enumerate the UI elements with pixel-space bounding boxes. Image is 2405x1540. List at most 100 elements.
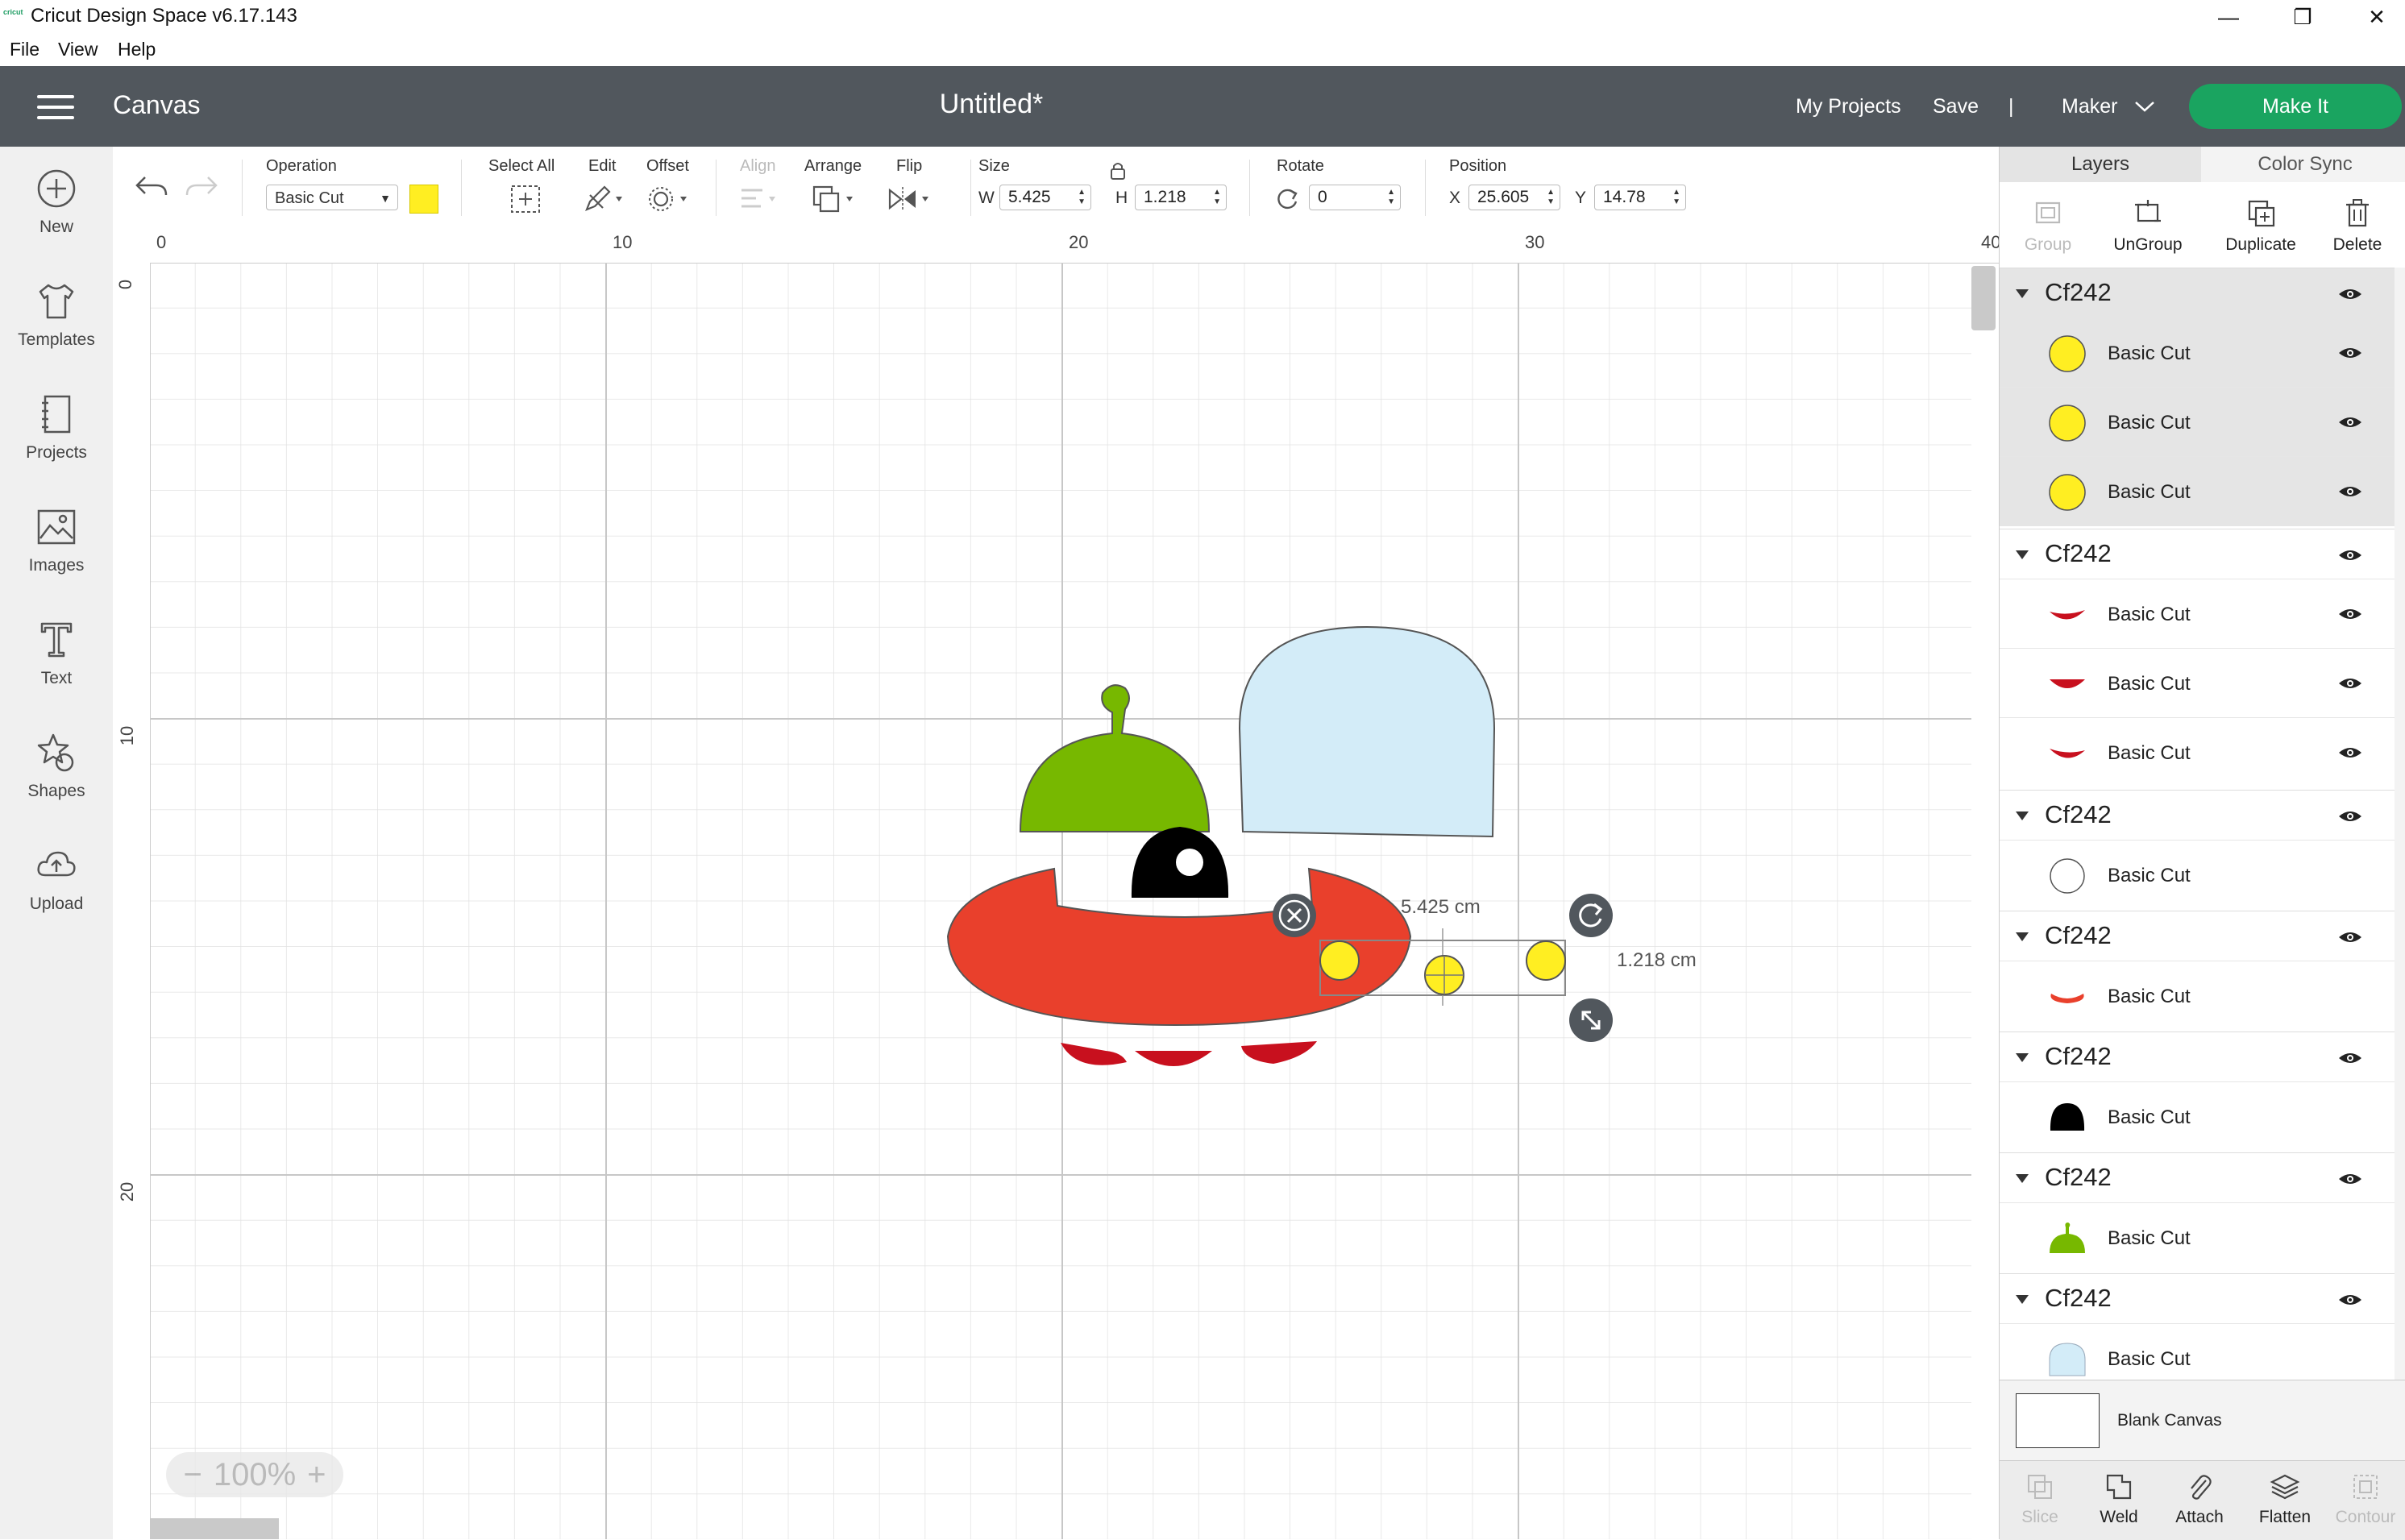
zoom-in-button[interactable]: + — [307, 1457, 326, 1493]
eye-visibility-icon[interactable] — [2338, 931, 2362, 944]
eye-visibility-icon[interactable] — [2338, 1173, 2362, 1185]
collapse-triangle-icon[interactable] — [2016, 1174, 2029, 1183]
layer-group-header[interactable]: Cf242 — [2000, 911, 2395, 961]
toolbar-divider — [970, 160, 971, 216]
sidebar-item-templates[interactable]: Templates — [0, 279, 113, 350]
sidebar-item-new[interactable]: New — [0, 166, 113, 237]
layer-row[interactable]: Basic Cut — [2000, 387, 2395, 457]
layer-row[interactable]: Basic Cut — [2000, 717, 2395, 787]
eye-visibility-icon[interactable] — [2338, 677, 2362, 690]
blank-canvas-row[interactable]: Blank Canvas — [2000, 1380, 2405, 1461]
sidebar-item-upload[interactable]: Upload — [0, 843, 113, 914]
machine-select[interactable]: Maker — [2062, 95, 2155, 118]
layer-group-header[interactable]: Cf242 — [2000, 790, 2395, 841]
eye-visibility-icon[interactable] — [2338, 288, 2362, 301]
minimize-button[interactable]: — — [2192, 0, 2265, 34]
align-label: Align — [740, 157, 776, 175]
group-name: Cf242 — [2045, 921, 2112, 949]
sidebar-item-text[interactable]: Text — [0, 617, 113, 688]
y-position-input[interactable]: 14.78 ▲ ▼ — [1594, 185, 1686, 210]
attach-button[interactable]: Attach — [2159, 1471, 2240, 1527]
layers-scrollbar[interactable] — [2395, 268, 2405, 1380]
horizontal-scrollbar[interactable] — [150, 1518, 279, 1539]
height-input[interactable]: 1.218 ▲ ▼ — [1135, 185, 1227, 210]
flatten-button[interactable]: Flatten — [2245, 1471, 2325, 1527]
rotate-handle-icon[interactable] — [1568, 893, 1614, 938]
layer-row[interactable]: Basic Cut — [2000, 648, 2395, 718]
restore-button[interactable]: ❐ — [2266, 0, 2339, 34]
close-window-button[interactable]: ✕ — [2341, 0, 2405, 34]
duplicate-button[interactable]: Duplicate — [2212, 197, 2309, 255]
layer-row[interactable]: Basic Cut — [2000, 1081, 2395, 1152]
layer-row[interactable]: Basic Cut — [2000, 579, 2395, 649]
ungroup-button[interactable]: UnGroup — [2100, 197, 2196, 255]
layer-group-header[interactable]: Cf242 — [2000, 1152, 2395, 1203]
arrange-icon[interactable] — [811, 184, 859, 214]
vertical-scrollbar[interactable] — [1971, 266, 1996, 330]
layer-row[interactable]: Basic Cut — [2000, 961, 2395, 1031]
operation-select[interactable]: Basic Cut ▼ — [266, 185, 398, 210]
make-it-button[interactable]: Make It — [2189, 84, 2402, 129]
collapse-triangle-icon[interactable] — [2016, 1053, 2029, 1062]
collapse-triangle-icon[interactable] — [2016, 289, 2029, 298]
layer-group-header[interactable]: Cf242 — [2000, 1273, 2395, 1324]
operation-color-swatch[interactable] — [409, 185, 438, 214]
layer-row[interactable]: Basic Cut — [2000, 1202, 2395, 1272]
eye-visibility-icon[interactable] — [2338, 416, 2362, 429]
eye-visibility-icon[interactable] — [2338, 746, 2362, 759]
zoom-out-button[interactable]: − — [183, 1457, 201, 1493]
layer-row[interactable]: Basic Cut — [2000, 318, 2395, 388]
eye-visibility-icon[interactable] — [2338, 1052, 2362, 1065]
collapse-triangle-icon[interactable] — [2016, 932, 2029, 941]
eye-visibility-icon[interactable] — [2338, 347, 2362, 359]
menu-help[interactable]: Help — [118, 39, 156, 60]
sidebar-item-shapes[interactable]: Shapes — [0, 730, 113, 801]
y-stepper-icon[interactable]: ▲ ▼ — [1672, 188, 1680, 207]
width-input[interactable]: 5.425 ▲ ▼ — [999, 185, 1091, 210]
lock-icon[interactable] — [1109, 161, 1127, 181]
eye-visibility-icon[interactable] — [2338, 485, 2362, 498]
menu-file[interactable]: File — [10, 39, 39, 60]
resize-handle-icon[interactable] — [1568, 998, 1614, 1043]
edit-pencil-icon[interactable] — [582, 184, 627, 214]
layer-group-header[interactable]: Cf242 — [2000, 529, 2395, 579]
layer-group-header[interactable]: Cf242 — [2000, 1032, 2395, 1082]
offset-icon[interactable] — [646, 184, 692, 214]
eye-visibility-icon[interactable] — [2338, 549, 2362, 562]
layer-row[interactable]: Basic Cut — [2000, 840, 2395, 910]
width-stepper-icon[interactable]: ▲ ▼ — [1078, 188, 1086, 207]
toolbar-divider — [716, 160, 717, 216]
save-link[interactable]: Save — [1933, 95, 1979, 118]
delete-handle-icon[interactable] — [1272, 893, 1317, 938]
delete-button[interactable]: Delete — [2309, 197, 2405, 255]
layer-group-header[interactable]: Cf242 — [2000, 268, 2395, 318]
layer-row[interactable]: Basic Cut — [2000, 456, 2395, 526]
undo-icon[interactable] — [134, 171, 169, 200]
collapse-triangle-icon[interactable] — [2016, 550, 2029, 559]
tab-color-sync[interactable]: Color Sync — [2204, 147, 2405, 182]
weld-button[interactable]: Weld — [2079, 1471, 2159, 1527]
sidebar-item-projects[interactable]: Projects — [0, 392, 113, 463]
eye-visibility-icon[interactable] — [2338, 608, 2362, 621]
shapes-icon — [37, 733, 74, 772]
width-dimension-label: 5.425 cm — [1401, 896, 1481, 918]
tab-layers[interactable]: Layers — [2000, 147, 2201, 182]
ufo-design[interactable] — [113, 227, 1999, 1539]
height-stepper-icon[interactable]: ▲ ▼ — [1213, 188, 1221, 207]
x-position-input[interactable]: 25.605 ▲ ▼ — [1468, 185, 1560, 210]
x-stepper-icon[interactable]: ▲ ▼ — [1547, 188, 1555, 207]
my-projects-link[interactable]: My Projects — [1796, 95, 1901, 118]
sidebar-item-label: Shapes — [27, 782, 85, 800]
eye-visibility-icon[interactable] — [2338, 1293, 2362, 1306]
layer-row[interactable]: Basic Cut — [2000, 1323, 2395, 1380]
design-canvas[interactable]: 0 10 20 30 40 0 10 20 5.425 cm 1.218 cm … — [113, 227, 1999, 1539]
collapse-triangle-icon[interactable] — [2016, 812, 2029, 820]
select-all-icon[interactable] — [509, 184, 542, 214]
rotate-input[interactable]: 0 ▲ ▼ — [1309, 185, 1401, 210]
rotate-stepper-icon[interactable]: ▲ ▼ — [1387, 188, 1395, 207]
flip-icon[interactable] — [887, 184, 935, 214]
eye-visibility-icon[interactable] — [2338, 810, 2362, 823]
collapse-triangle-icon[interactable] — [2016, 1295, 2029, 1304]
menu-view[interactable]: View — [58, 39, 98, 60]
sidebar-item-images[interactable]: Images — [0, 504, 113, 575]
